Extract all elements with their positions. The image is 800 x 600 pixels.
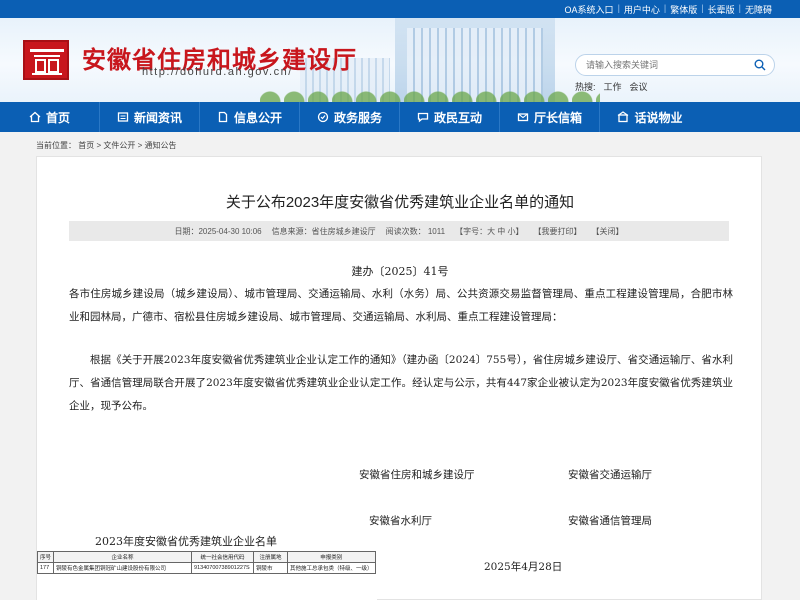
main-nav: 首页 新闻资讯 信息公开 政务服务 政民互动 厅长信箱 话说物业 [0,102,800,132]
mail-icon [517,113,529,122]
nav-item-property[interactable]: 话说物业 [600,102,700,132]
document-icon [218,111,228,123]
font-size-control[interactable]: 【字号：大 中 小】 [455,226,523,237]
breadcrumb-item-files[interactable]: 文件公开 [103,141,135,150]
article-meta-bar: 日期：2025-04-30 10:06 信息来源：省住房城乡建设厅 阅读次数： … [69,221,729,241]
site-url: http://dohurd.ah.gov.cn/ [142,66,293,78]
table-header-cell: 序号 [36,551,55,563]
search-input[interactable] [576,55,746,75]
hot-search-words: 热搜: 工作 会议 [575,80,648,93]
nav-item-info-disclosure[interactable]: 信息公开 [200,102,300,132]
attachment-title: 2023年度安徽省优秀建筑业企业名单 [95,535,277,548]
table-cell: 91340700738901227S [191,562,255,574]
interaction-icon [417,112,429,123]
nav-item-interaction[interactable]: 政民互动 [400,102,500,132]
breadcrumb-item-home[interactable]: 首页 [78,141,94,150]
close-button[interactable]: 【关闭】 [592,226,624,237]
article-views: 阅读次数： 1011 [385,226,446,236]
news-icon [117,112,129,122]
nav-item-mailbox[interactable]: 厅长信箱 [500,102,600,132]
top-utility-bar: OA系统入口 | 用户中心 | 繁体版 | 长辈版 | 无障碍 [0,0,800,18]
header-background-trees [260,84,600,102]
table-header-row: 序号 企业名称 统一社会信用代码 注册属地 申报类别 [36,551,376,563]
accessibility-link[interactable]: 无障碍 [745,3,772,16]
hot-search-label: 热搜: [575,82,596,92]
document-number: 建办〔2025〕41号 [351,265,449,278]
table-row: 177 铜陵有色金属集团铜冠矿山建设股份有限公司 913407007389012… [36,562,376,574]
home-icon [29,111,41,123]
nav-item-label: 厅长信箱 [533,110,582,125]
signature-transport-dept: 安徽省交通运输厅 [568,469,652,481]
separator: | [617,3,620,13]
article-date: 日期：2025-04-30 10:06 [174,226,262,236]
breadcrumb: 当前位置： 首页 > 文件公开 > 通知公告 [36,140,177,151]
print-button[interactable]: 【我要打印】 [534,226,582,237]
table-header-cell: 统一社会信用代码 [191,551,255,563]
signature-water-dept: 安徽省水利厅 [369,515,432,527]
article-body-paragraph: 根据《关于开展2023年度安徽省优秀建筑业企业认定工作的通知》（建办函〔2024… [69,354,733,412]
nav-item-label: 信息公开 [233,110,282,125]
nav-item-news[interactable]: 新闻资讯 [100,102,200,132]
traditional-chinese-link[interactable]: 繁体版 [670,3,697,16]
nav-item-label: 政民互动 [433,110,482,125]
separator: | [701,3,704,13]
table-cell: 铜陵有色金属集团铜冠矿山建设股份有限公司 [53,562,193,574]
table-cell: 177 [36,562,55,574]
service-icon [317,111,329,123]
article-source: 信息来源：省住房城乡建设厅 [271,226,376,236]
separator: | [738,3,741,13]
signature-housing-dept: 安徽省住房和城乡建设厅 [359,469,475,481]
breadcrumb-label: 当前位置： [36,141,76,150]
hot-word-link[interactable]: 工作 [604,80,622,93]
article-title: 关于公布2023年度安徽省优秀建筑业企业名单的通知 [225,194,575,211]
nav-item-label: 话说物业 [634,110,683,125]
property-icon [618,111,629,123]
table-header-cell: 申报类别 [287,551,376,563]
nav-item-label: 首页 [45,110,70,125]
signature-date: 2025年4月28日 [484,561,563,573]
elder-version-link[interactable]: 长辈版 [708,3,735,16]
search-icon[interactable] [754,59,766,71]
oa-entry-link[interactable]: OA系统入口 [565,3,614,16]
breadcrumb-separator: > [137,141,143,150]
nav-item-gov-service[interactable]: 政务服务 [300,102,400,132]
site-logo-icon[interactable] [23,40,69,80]
hot-word-link[interactable]: 会议 [630,80,648,93]
nav-item-home[interactable]: 首页 [0,102,100,132]
search-box [575,54,775,76]
site-header: 安徽省住房和城乡建设厅 http://dohurd.ah.gov.cn/ 热搜:… [0,18,800,102]
table-header-cell: 注册属地 [253,551,289,563]
nav-item-label: 政务服务 [333,110,382,125]
utility-links: OA系统入口 | 用户中心 | 繁体版 | 长辈版 | 无障碍 [565,3,772,16]
table-cell: 铜陵市 [253,562,289,574]
user-center-link[interactable]: 用户中心 [624,3,660,16]
nav-item-label: 新闻资讯 [133,110,182,125]
article-container: 关于公布2023年度安徽省优秀建筑业企业名单的通知 日期：2025-04-30 … [36,156,762,600]
article-addressees: 各市住房城乡建设局（城乡建设局）、城市管理局、交通运输局、水利（水务）局、公共资… [69,288,733,323]
breadcrumb-separator: > [96,141,102,150]
separator: | [663,3,667,13]
table-cell: 其他施工总承包类（特级、一级） [287,562,376,574]
breadcrumb-item-notices[interactable]: 通知公告 [145,141,177,150]
attachment-table: 序号 企业名称 统一社会信用代码 注册属地 申报类别 177 铜陵有色金属集团铜… [36,551,376,574]
table-header-cell: 企业名称 [53,551,193,563]
attachment-preview[interactable]: 2023年度安徽省优秀建筑业企业名单 序号 企业名称 统一社会信用代码 注册属地… [36,529,377,600]
signature-telecom-dept: 安徽省通信管理局 [568,515,652,527]
